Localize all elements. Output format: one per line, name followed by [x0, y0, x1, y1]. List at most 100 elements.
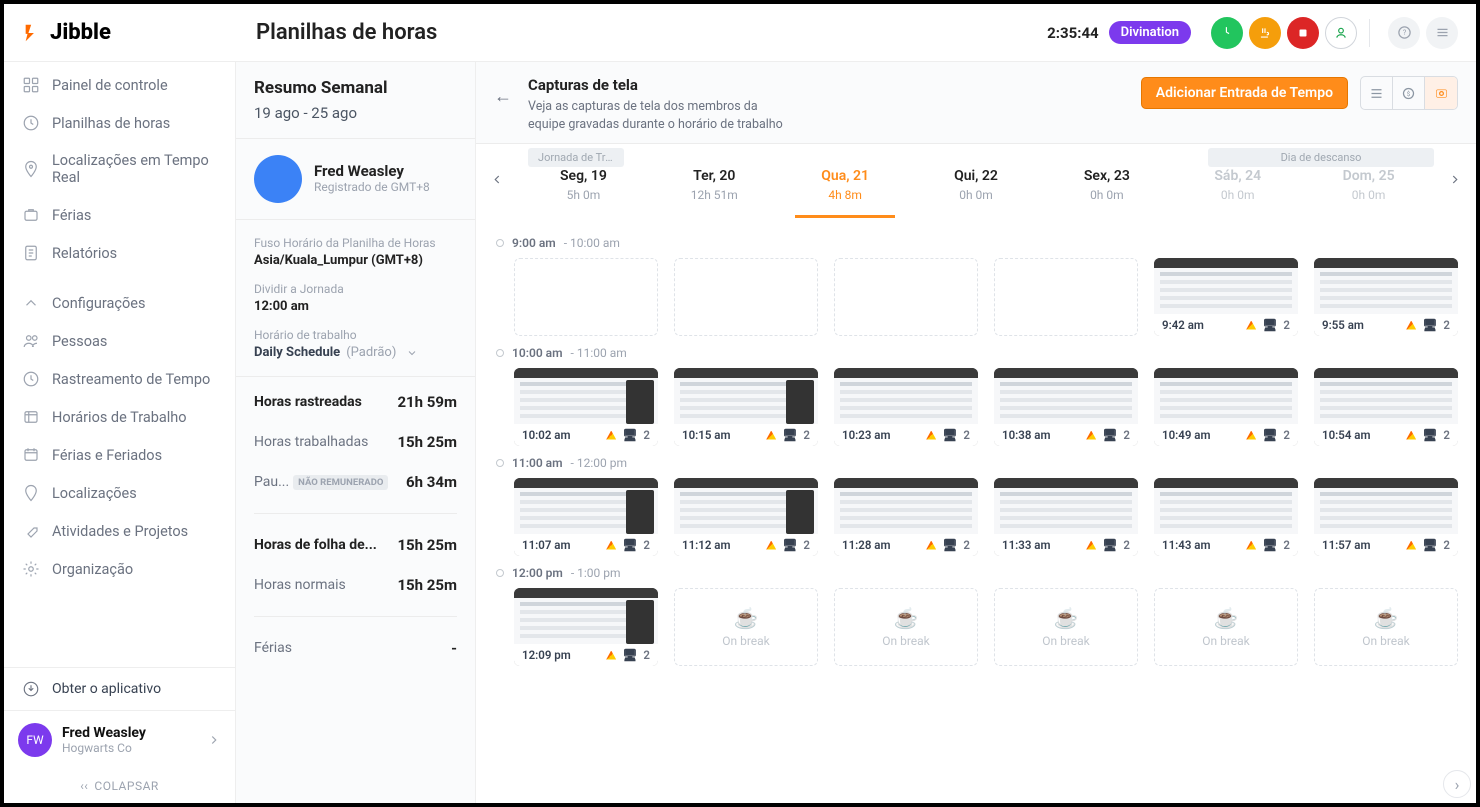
nav-item[interactable]: Horários de Trabalho — [4, 398, 235, 436]
nav-item[interactable]: Localizações em Tempo Real — [4, 142, 235, 196]
nav-item[interactable]: Relatórios — [4, 234, 235, 272]
user-org: Hogwarts Co — [62, 741, 197, 755]
screenshot-thumbnail[interactable]: 10:23 am🖥2 — [834, 368, 978, 446]
nav-item[interactable]: Pessoas — [4, 322, 235, 360]
schedule-selector[interactable]: Daily Schedule (Padrão) — [254, 345, 457, 360]
screenshot-thumbnail[interactable]: 12:09 pm🖥2 — [514, 588, 658, 666]
add-time-entry-button[interactable]: Adicionar Entrada de Tempo — [1141, 77, 1348, 109]
screenshot-thumbnail[interactable]: 9:42 am🖥2 — [1154, 258, 1298, 336]
nav-item[interactable]: Atividades e Projetos — [4, 512, 235, 550]
profile-sub: Registrado de GMT+8 — [314, 180, 430, 196]
monitor-icon: 🖥 — [942, 538, 957, 552]
nav-item[interactable]: Organização — [4, 550, 235, 588]
current-activity-pill[interactable]: Divination — [1109, 21, 1191, 44]
screenshot-thumbnail[interactable]: 11:07 am🖥2 — [514, 478, 658, 556]
screenshot-empty — [514, 258, 658, 336]
get-app-button[interactable]: Obter o aplicativo — [4, 667, 235, 711]
screenshot-thumbnail[interactable]: 9:55 am🖥2 — [1314, 258, 1458, 336]
hour-header: 10:00 am- 11:00 am — [494, 346, 1458, 360]
day-tab[interactable]: Sex, 23 0h 0m — [1041, 168, 1172, 218]
user-name: Fred Weasley — [62, 725, 197, 741]
hour-block: 11:00 am- 12:00 pm 11:07 am🖥2 11:12 am🖥2… — [494, 456, 1458, 556]
svg-text:?: ? — [1402, 28, 1406, 37]
screenshot-thumbnail[interactable]: 11:12 am🖥2 — [674, 478, 818, 556]
screenshot-thumbnail[interactable]: 11:57 am🖥2 — [1314, 478, 1458, 556]
date-range: 19 ago - 25 ago — [254, 104, 457, 122]
hour-header: 11:00 am- 12:00 pm — [494, 456, 1458, 470]
break-cup-icon: ☕ — [734, 606, 759, 630]
day-tab[interactable]: Ter, 20 12h 51m — [649, 168, 780, 218]
nav-item[interactable]: Planilhas de horas — [4, 104, 235, 142]
regular-hours-value: 15h 25m — [397, 576, 457, 594]
activity-icon — [926, 541, 936, 550]
break-hours-label: Pau... — [254, 474, 289, 490]
hour-header: 12:00 pm- 1:00 pm — [494, 566, 1458, 580]
rest-day-pill: Dia de descanso — [1208, 148, 1434, 167]
nav-item[interactable]: Férias e Feriados — [4, 436, 235, 474]
next-week-button[interactable] — [1448, 172, 1462, 191]
screenshot-thumbnail[interactable]: 10:02 am🖥2 — [514, 368, 658, 446]
clock-in-button[interactable] — [1211, 17, 1243, 49]
chevron-down-icon — [406, 347, 418, 359]
clock-out-button[interactable] — [1287, 17, 1319, 49]
day-tab[interactable]: Qua, 21 4h 8m — [780, 168, 911, 218]
nav-icon — [22, 522, 40, 540]
screenshot-thumbnail[interactable]: 10:15 am🖥2 — [674, 368, 818, 446]
nav-item[interactable]: Painel de controle — [4, 66, 235, 104]
nav-icon — [22, 332, 40, 350]
hour-block: 10:00 am- 11:00 am 10:02 am🖥2 10:15 am🖥2… — [494, 346, 1458, 446]
nav-icon — [22, 408, 40, 426]
worked-hours-label: Horas trabalhadas — [254, 434, 368, 450]
view-list-button[interactable] — [1361, 77, 1393, 109]
content-area: ← Capturas de tela Veja as capturas de t… — [476, 62, 1476, 803]
logo: Jibble — [22, 20, 234, 45]
screenshot-thumbnail[interactable]: 10:49 am🖥2 — [1154, 368, 1298, 446]
monitor-icon: 🖥 — [782, 538, 797, 552]
nav-item[interactable]: Localizações — [4, 474, 235, 512]
view-screenshots-button[interactable] — [1425, 77, 1457, 109]
day-tab[interactable]: Qui, 22 0h 0m — [911, 168, 1042, 218]
prev-week-button[interactable] — [490, 172, 504, 191]
profile-block: Fred Weasley Registrado de GMT+8 — [236, 139, 475, 220]
activity-icon — [766, 431, 776, 440]
monitor-icon: 🖥 — [1422, 428, 1437, 442]
monitor-icon: 🖥 — [1422, 538, 1437, 552]
nav-item[interactable]: Configurações — [4, 284, 235, 322]
user-status-button[interactable] — [1325, 17, 1357, 49]
nav-item[interactable]: Rastreamento de Tempo — [4, 360, 235, 398]
timezone-value: Asia/Kuala_Lumpur (GMT+8) — [254, 253, 457, 268]
view-cost-button[interactable]: $ — [1393, 77, 1425, 109]
monitor-icon: 🖥 — [1102, 538, 1117, 552]
help-button[interactable]: ? — [1388, 17, 1420, 49]
hour-block: 9:00 am- 10:00 am 9:42 am🖥2 9:55 am🖥2 — [494, 236, 1458, 336]
nav-item[interactable]: Férias — [4, 196, 235, 234]
timezone-label: Fuso Horário da Planilha de Horas — [254, 236, 457, 250]
schedule-label: Horário de trabalho — [254, 328, 457, 342]
break-button[interactable] — [1249, 17, 1281, 49]
nav-icon — [22, 206, 40, 224]
main-sidebar: Painel de controlePlanilhas de horasLoca… — [4, 62, 236, 803]
screenshot-thumbnail[interactable]: 10:38 am🖥2 — [994, 368, 1138, 446]
screenshot-thumbnail[interactable]: 11:33 am🖥2 — [994, 478, 1138, 556]
scroll-indicator[interactable]: › — [1443, 770, 1471, 798]
worked-hours-value: 15h 25m — [397, 433, 457, 451]
break-cup-icon: ☕ — [894, 606, 919, 630]
payroll-hours-value: 15h 25m — [397, 536, 457, 554]
settings-button[interactable] — [1426, 17, 1458, 49]
day-tab[interactable]: Dom, 25 0h 0m — [1303, 168, 1434, 218]
screenshot-thumbnail[interactable]: 11:43 am🖥2 — [1154, 478, 1298, 556]
back-button[interactable]: ← — [494, 86, 512, 107]
user-menu[interactable]: FW Fred Weasley Hogwarts Co — [4, 711, 235, 769]
nav-icon — [22, 244, 40, 262]
day-tab[interactable]: Sáb, 24 0h 0m — [1172, 168, 1303, 218]
day-tab[interactable]: Seg, 19 5h 0m — [518, 168, 649, 218]
summary-panel: Resumo Semanal 19 ago - 25 ago Fred Weas… — [236, 62, 476, 803]
svg-text:$: $ — [1407, 90, 1411, 98]
screenshot-thumbnail[interactable]: 11:28 am🖥2 — [834, 478, 978, 556]
activity-icon — [1406, 541, 1416, 550]
screenshot-thumbnail[interactable]: 10:54 am🖥2 — [1314, 368, 1458, 446]
collapse-sidebar-button[interactable]: ‹‹ COLAPSAR — [4, 769, 235, 803]
logo-text: Jibble — [50, 20, 111, 45]
timer-display: 2:35:44 — [1047, 24, 1098, 42]
activity-icon — [1406, 431, 1416, 440]
